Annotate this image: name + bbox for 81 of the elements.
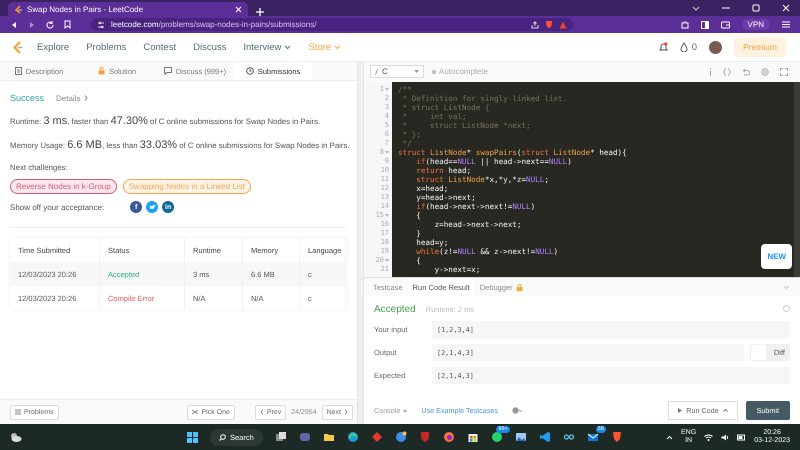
- challenge-tag[interactable]: Reverse Nodes in k-Group: [10, 179, 117, 194]
- address-bar[interactable]: leetcode.com/problems/swap-nodes-in-pairs/submissions/: [91, 18, 573, 31]
- shopping-bag-icon[interactable]: [466, 431, 479, 443]
- shield-icon[interactable]: [418, 431, 431, 443]
- triangle-icon[interactable]: [559, 20, 567, 28]
- document-icon: [14, 67, 22, 75]
- wifi-icon[interactable]: [704, 434, 714, 440]
- clock-icon: [246, 67, 254, 75]
- bell-icon[interactable]: [658, 42, 668, 52]
- share-button[interactable]: [146, 201, 158, 213]
- envelope-icon[interactable]: [586, 431, 599, 443]
- nav-link[interactable]: Discuss: [193, 42, 226, 52]
- caret-icon: [334, 44, 342, 50]
- chevron-right-icon: [84, 95, 88, 101]
- close-icon[interactable]: [782, 4, 790, 12]
- code-icon: [375, 68, 378, 75]
- help-icon[interactable]: [512, 406, 522, 414]
- search-icon: [219, 434, 226, 440]
- new-button[interactable]: NEW: [761, 244, 792, 270]
- chevron-left-icon: [260, 409, 264, 415]
- details-link[interactable]: Details: [56, 94, 88, 102]
- list-icon: [15, 409, 21, 415]
- menu-icon[interactable]: [782, 21, 790, 28]
- vpn-button[interactable]: VPN: [742, 19, 770, 30]
- shuffle-icon: [192, 409, 198, 415]
- close-icon[interactable]: [235, 6, 242, 12]
- image-icon[interactable]: [514, 431, 527, 443]
- caret-up-icon: [403, 408, 408, 412]
- nav-link[interactable]: Contest: [143, 42, 176, 52]
- minimize-icon[interactable]: [722, 7, 730, 9]
- caret-icon: [414, 70, 419, 74]
- url-text: leetcode.com/problems/swap-nodes-in-pairs/submissions/: [111, 20, 318, 29]
- nav-link[interactable]: Interview: [243, 42, 292, 52]
- verdict-text: Accepted: [374, 304, 416, 316]
- reload-icon[interactable]: [46, 20, 54, 28]
- bookmark-icon[interactable]: [64, 20, 71, 29]
- stacked-windows-icon[interactable]: [274, 431, 287, 443]
- battery-icon[interactable]: [737, 434, 746, 440]
- caret-icon: [284, 44, 292, 50]
- new-tab-icon[interactable]: [256, 8, 264, 16]
- maximize-icon[interactable]: [752, 4, 760, 12]
- swirl-icon[interactable]: [346, 431, 359, 443]
- chat-icon: [164, 67, 172, 75]
- video-chat-icon[interactable]: [298, 431, 311, 443]
- language-select[interactable]: C: [370, 65, 424, 78]
- drop-icon[interactable]: [680, 42, 688, 52]
- nav-link[interactable]: Explore: [37, 42, 70, 52]
- chevron-down-icon[interactable]: [692, 6, 700, 10]
- weather-cloud-icon[interactable]: [10, 432, 22, 442]
- bird-icon: [148, 204, 156, 210]
- wallet-icon[interactable]: [720, 20, 730, 28]
- diamond-icon[interactable]: [370, 431, 383, 443]
- play-icon: [678, 408, 682, 413]
- dot-icon: [432, 70, 436, 74]
- tab-title: Swap Nodes in Pairs - LeetCode: [27, 4, 144, 14]
- puzzle-icon[interactable]: [680, 20, 689, 28]
- chat-bubble-icon[interactable]: [490, 431, 503, 443]
- forward-icon[interactable]: [28, 20, 36, 28]
- windows-logo-icon[interactable]: [187, 432, 198, 442]
- lock-icon: [98, 67, 105, 75]
- fox-globe-icon[interactable]: [442, 431, 455, 443]
- success-status: Success: [10, 93, 44, 103]
- folder-icon[interactable]: [322, 431, 335, 443]
- chevron-up-icon[interactable]: [666, 434, 674, 440]
- browser-tab[interactable]: Swap Nodes in Pairs - LeetCode: [8, 2, 248, 16]
- pane-split-handle[interactable]: [357, 62, 364, 424]
- share-icon[interactable]: [531, 20, 539, 28]
- share-label: Show off your acceptance:: [10, 202, 104, 212]
- tune-icon: [97, 20, 105, 28]
- chevron-right-icon: [344, 409, 348, 415]
- points-count: 0: [692, 42, 697, 52]
- ribbon-icon[interactable]: [538, 431, 551, 443]
- sidebar-icon[interactable]: [700, 20, 709, 28]
- code-editor[interactable]: [392, 82, 800, 278]
- globe-icon[interactable]: [394, 431, 407, 443]
- avatar[interactable]: [708, 40, 722, 54]
- site-logo-icon: [14, 4, 22, 14]
- caret-up-icon: [722, 408, 728, 412]
- nav-link[interactable]: Problems: [86, 42, 126, 52]
- speaker-icon[interactable]: [721, 434, 730, 440]
- back-icon[interactable]: [10, 20, 18, 28]
